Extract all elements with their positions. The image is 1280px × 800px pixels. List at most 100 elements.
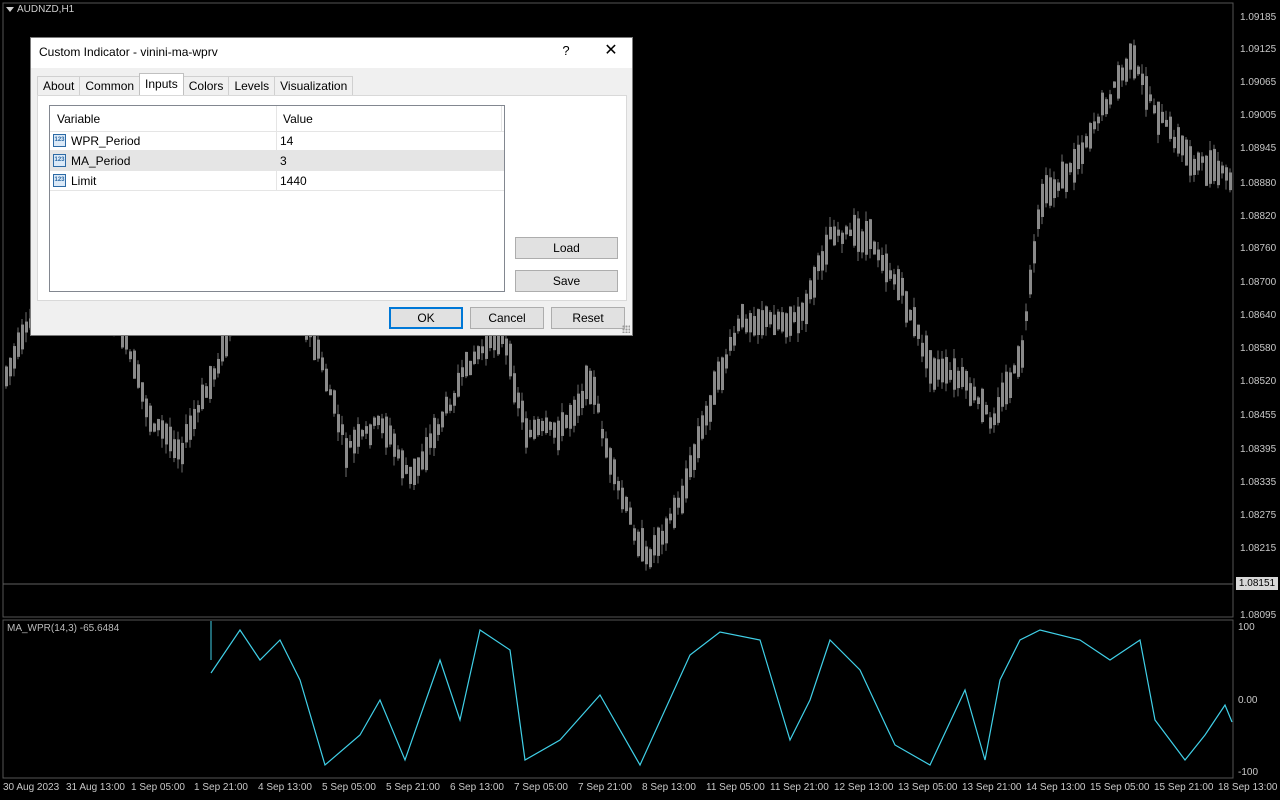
candle-body [917, 324, 920, 339]
candle-body [821, 251, 824, 271]
column-divider[interactable] [276, 106, 277, 131]
candle-body [153, 423, 156, 432]
inputs-grid[interactable]: Variable Value 123 WPR_Period 14 123 MA_… [49, 105, 505, 292]
price-tick-label: 1.08335 [1240, 477, 1277, 488]
candle-body [669, 513, 672, 521]
ok-button[interactable]: OK [389, 307, 463, 329]
input-row-wpr-period[interactable]: 123 WPR_Period 14 [50, 131, 504, 151]
candle-body [449, 404, 452, 411]
tab-levels[interactable]: Levels [228, 76, 276, 95]
candle-body [477, 346, 480, 360]
tab-visualization[interactable]: Visualization [274, 76, 354, 95]
candle-body [1129, 43, 1132, 70]
input-row-ma-period[interactable]: 123 MA_Period 3 [50, 151, 504, 171]
reset-button[interactable]: Reset [551, 307, 625, 329]
candle-body [889, 270, 892, 279]
candle-body [961, 366, 964, 387]
candle-body [825, 234, 828, 265]
candle-body [609, 448, 612, 475]
candle-body [1101, 92, 1104, 116]
candle-body [1161, 111, 1164, 123]
symbol-text: AUDNZD,H1 [17, 4, 75, 15]
candle-body [157, 419, 160, 431]
candle-body [1049, 177, 1052, 206]
resize-grip-icon[interactable] [622, 325, 630, 333]
candle-body [629, 507, 632, 525]
time-tick-label: 13 Sep 05:00 [898, 782, 958, 793]
close-icon[interactable]: ✕ [601, 41, 621, 61]
dropdown-triangle-icon[interactable] [6, 7, 14, 12]
candle-body [405, 464, 408, 474]
candle-body [429, 433, 432, 448]
save-button[interactable]: Save [515, 270, 618, 292]
candle-body [205, 386, 208, 398]
candle-body [13, 346, 16, 369]
cancel-button[interactable]: Cancel [470, 307, 544, 329]
candle-body [517, 392, 520, 409]
variable-value[interactable]: 3 [280, 154, 287, 168]
load-button[interactable]: Load [515, 237, 618, 259]
candle-body [161, 420, 164, 439]
candle-body [1137, 66, 1140, 75]
variable-name: WPR_Period [71, 134, 141, 148]
candle-body [781, 312, 784, 332]
candle-body [717, 361, 720, 390]
candle-body [561, 412, 564, 436]
candle-body [581, 390, 584, 409]
candle-body [813, 266, 816, 298]
tab-about[interactable]: About [37, 76, 81, 95]
candle-body [553, 422, 556, 438]
variable-value[interactable]: 14 [280, 134, 293, 148]
candle-body [1065, 163, 1068, 192]
candle-body [753, 316, 756, 336]
indicator-tick-label: -100 [1238, 767, 1259, 778]
candle-body [145, 398, 148, 418]
custom-indicator-dialog: Custom Indicator - vinini-ma-wprv ? ✕ Ab… [30, 37, 633, 336]
candle-body [181, 442, 184, 465]
tab-inputs[interactable]: Inputs [139, 73, 184, 95]
variable-value[interactable]: 1440 [280, 174, 307, 188]
candle-body [557, 420, 560, 451]
candle-body [441, 411, 444, 428]
candle-body [1109, 94, 1112, 105]
column-variable[interactable]: Variable [57, 112, 100, 126]
candle-body [725, 354, 728, 369]
candle-body [1085, 136, 1088, 148]
candle-body [1041, 183, 1044, 217]
candle-body [721, 357, 724, 391]
candle-body [713, 371, 716, 405]
price-tick-label: 1.08760 [1240, 243, 1277, 254]
candle-body [421, 451, 424, 470]
candle-body [1169, 116, 1172, 139]
grid-header: Variable Value [50, 106, 504, 132]
candle-body [445, 396, 448, 414]
candle-body [1153, 105, 1156, 114]
column-value[interactable]: Value [283, 112, 313, 126]
candle-body [1165, 119, 1168, 127]
tab-common[interactable]: Common [79, 76, 141, 95]
candle-body [481, 346, 484, 354]
candle-body [665, 518, 668, 544]
candle-body [585, 365, 588, 400]
candle-body [1081, 142, 1084, 164]
tab-colors[interactable]: Colors [182, 76, 230, 95]
indicator-tick-label: 100 [1238, 622, 1255, 633]
candle-body [797, 306, 800, 334]
variable-name: Limit [71, 174, 97, 188]
column-divider[interactable] [501, 106, 502, 131]
candle-body [1201, 156, 1204, 163]
candle-body [857, 218, 860, 252]
candle-body [845, 226, 848, 235]
help-icon[interactable]: ? [557, 43, 575, 61]
input-row-limit[interactable]: 123 Limit 1440 [50, 171, 504, 191]
candle-body [385, 416, 388, 448]
candle-body [577, 393, 580, 416]
candle-body [1121, 67, 1124, 81]
candle-body [941, 358, 944, 383]
candle-body [933, 358, 936, 390]
candle-body [1141, 73, 1144, 86]
candle-body [1133, 45, 1136, 79]
candle-body [817, 255, 820, 272]
symbol-label[interactable]: AUDNZD,H1 [6, 4, 74, 15]
candle-body [1145, 76, 1148, 110]
